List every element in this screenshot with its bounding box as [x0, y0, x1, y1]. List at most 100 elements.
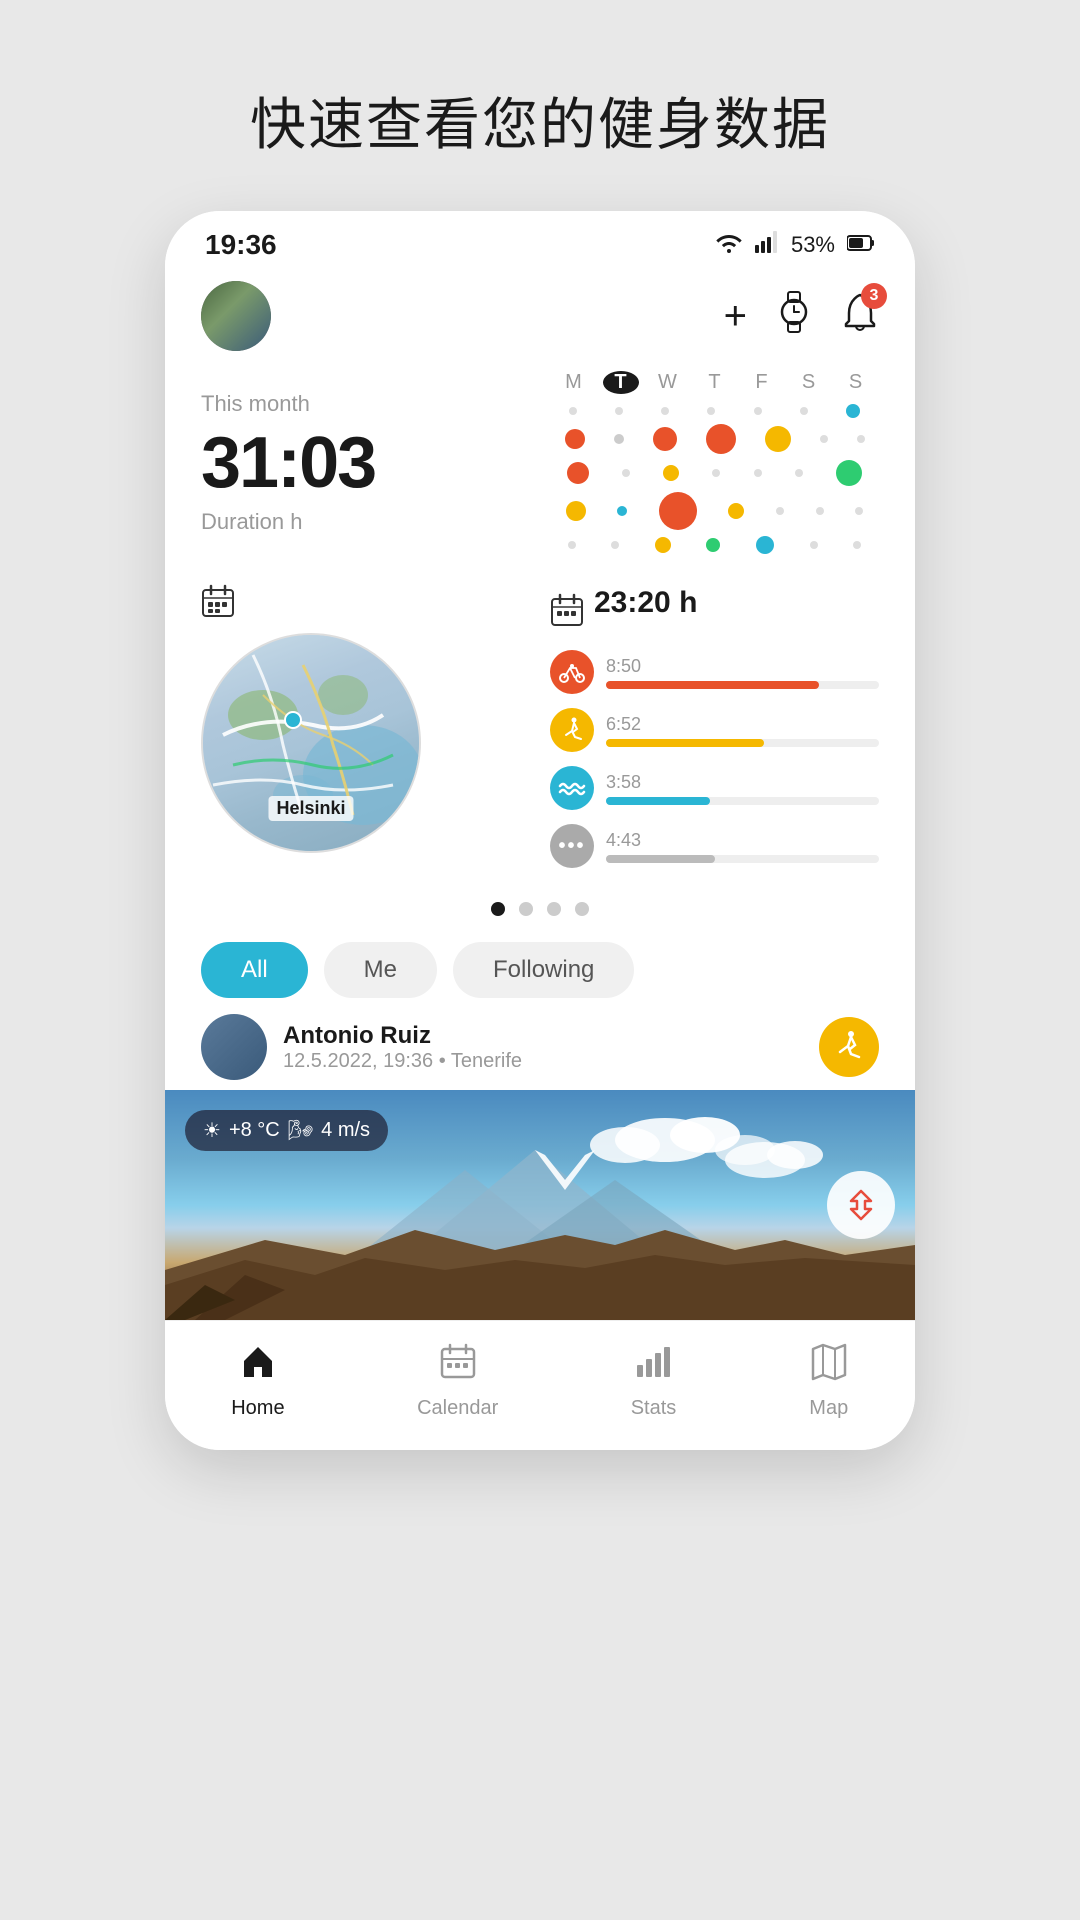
cycling-bar	[606, 681, 879, 689]
route-button[interactable]	[827, 1171, 895, 1239]
dot-2-4	[754, 469, 762, 477]
running-info: 6:52	[606, 714, 879, 747]
map-city-label: Helsinki	[268, 796, 353, 821]
home-icon	[238, 1341, 278, 1391]
filter-tabs: All Me Following	[165, 926, 915, 1014]
nav-home[interactable]: Home	[231, 1341, 284, 1420]
feed-user-name: Antonio Ruiz	[283, 1022, 803, 1050]
cal-day-F: F	[744, 371, 780, 394]
stats-card: 23:20 h 8:50 6:52	[550, 584, 879, 882]
feed-info: Antonio Ruiz 12.5.2022, 19:36 • Tenerife	[283, 1022, 803, 1073]
feed-avatar	[201, 1014, 267, 1080]
other-stat: ••• 4:43	[550, 824, 879, 868]
calendar-header: M T W T F S S	[550, 371, 879, 394]
dot-1-2	[653, 427, 677, 451]
dot-4-1	[611, 541, 619, 549]
other-icon: •••	[550, 824, 594, 868]
wind-icon: 🌬	[288, 1118, 313, 1143]
dots-row-1	[550, 424, 879, 454]
duration-label: Duration h	[201, 509, 530, 535]
page-title: 快速查看您的健身数据	[250, 80, 830, 161]
month-label: This month	[201, 391, 530, 417]
battery-text: 53%	[791, 232, 835, 258]
map-card: Helsinki	[201, 584, 530, 882]
dot-1-1	[614, 434, 624, 444]
dot-0-4	[754, 407, 762, 415]
dot-0-0	[569, 407, 577, 415]
image-card: ☀ +8 °C 🌬 4 m/s	[165, 1090, 915, 1320]
avatar-image	[201, 281, 271, 351]
dot-2-1	[622, 469, 630, 477]
dot-0-2	[661, 407, 669, 415]
dot-3-2	[659, 492, 697, 530]
filter-all-button[interactable]: All	[201, 942, 308, 998]
running-icon	[550, 708, 594, 752]
dot-1-3	[706, 424, 736, 454]
filter-me-button[interactable]: Me	[324, 942, 437, 998]
cycling-time: 8:50	[606, 656, 879, 677]
header: + 3	[165, 271, 915, 371]
filter-following-button[interactable]: Following	[453, 942, 634, 998]
weather-badge: ☀ +8 °C 🌬 4 m/s	[185, 1110, 388, 1151]
weather-temp: +8 °C	[229, 1119, 280, 1142]
nav-calendar[interactable]: Calendar	[417, 1341, 498, 1420]
dot-0-6	[846, 404, 860, 418]
calendar-icon	[438, 1341, 478, 1391]
avatar[interactable]	[201, 281, 271, 351]
map-label: Map	[809, 1397, 848, 1420]
dot-3-4	[776, 507, 784, 515]
feed-item: Antonio Ruiz 12.5.2022, 19:36 • Tenerife	[165, 1014, 915, 1080]
watch-icon[interactable]	[775, 290, 813, 343]
swimming-info: 3:58	[606, 772, 879, 805]
dot-4-4	[756, 536, 774, 554]
dot-1-0	[565, 429, 585, 449]
page-dot-2[interactable]	[519, 902, 533, 916]
signal-icon	[755, 231, 779, 259]
bottom-nav: Home Calendar Stats Map	[165, 1320, 915, 1450]
swimming-stat: 3:58	[550, 766, 879, 810]
dot-1-5	[820, 435, 828, 443]
main-section: This month 31:03 Duration h M T W T F S …	[165, 371, 915, 574]
cards-section: Helsinki 23:20 h 8:50	[165, 574, 915, 882]
left-panel: This month 31:03 Duration h	[201, 371, 530, 554]
stats-icon	[633, 1341, 673, 1391]
nav-map[interactable]: Map	[809, 1341, 849, 1420]
nav-stats[interactable]: Stats	[631, 1341, 677, 1420]
dot-1-4	[765, 426, 791, 452]
dot-0-3	[707, 407, 715, 415]
cal-day-M: M	[556, 371, 592, 394]
cal-day-S: S	[791, 371, 827, 394]
page-dot-1[interactable]	[491, 902, 505, 916]
dot-2-5	[795, 469, 803, 477]
dot-4-5	[810, 541, 818, 549]
cal-day-T: T	[603, 371, 639, 394]
dots-row-4	[550, 536, 879, 554]
map-icon	[809, 1341, 849, 1391]
map-calendar-icon	[201, 584, 235, 625]
add-button[interactable]: +	[724, 294, 747, 339]
notification-button[interactable]: 3	[841, 291, 879, 342]
total-time: 31:03	[201, 427, 530, 499]
status-time: 19:36	[205, 229, 277, 261]
home-label: Home	[231, 1397, 284, 1420]
weather-wind: 4 m/s	[321, 1119, 370, 1142]
battery-icon	[847, 232, 875, 258]
feed-activity-icon	[819, 1017, 879, 1077]
dot-4-0	[568, 541, 576, 549]
dot-3-5	[816, 507, 824, 515]
cycling-info: 8:50	[606, 656, 879, 689]
page-dot-4[interactable]	[575, 902, 589, 916]
dot-2-6	[836, 460, 862, 486]
calendar-label: Calendar	[417, 1397, 498, 1420]
cycling-stat: 8:50	[550, 650, 879, 694]
map-circle[interactable]: Helsinki	[201, 633, 421, 853]
dots-grid	[550, 404, 879, 554]
other-info: 4:43	[606, 830, 879, 863]
stats-label: Stats	[631, 1397, 677, 1420]
dot-2-0	[567, 462, 589, 484]
cal-day-S2: S	[838, 371, 874, 394]
page-dot-3[interactable]	[547, 902, 561, 916]
swimming-bar	[606, 797, 879, 805]
dot-1-6	[857, 435, 865, 443]
dots-row-2	[550, 460, 879, 486]
